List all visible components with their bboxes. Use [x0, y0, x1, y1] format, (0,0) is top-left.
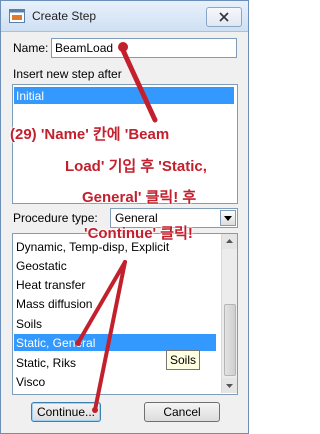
annotation-line-3: General' 클릭! 후: [82, 189, 197, 206]
annotation-line-2: Load' 기입 후 'Static,: [65, 158, 207, 175]
annotation-line-1: (29) 'Name' 칸에 'Beam: [10, 126, 170, 143]
annotation-line-4: 'Continue' 클릭!: [84, 225, 193, 242]
annotation-arrows: [75, 42, 158, 413]
